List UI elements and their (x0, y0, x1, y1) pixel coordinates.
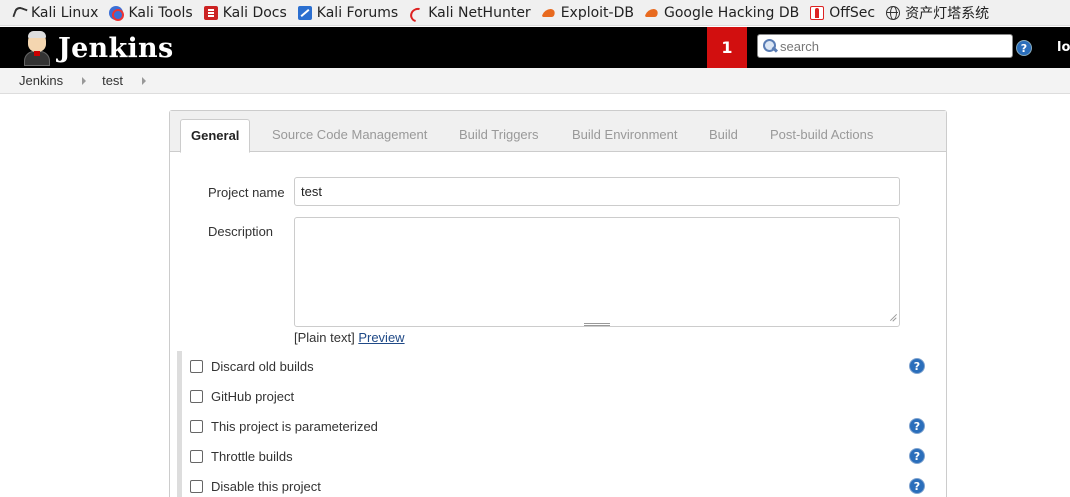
throttle-builds-checkbox[interactable] (190, 449, 203, 463)
bookmark-exploit-db[interactable]: Exploit-DB (542, 5, 634, 21)
option-label[interactable]: GitHub project (211, 389, 294, 404)
parameterized-checkbox[interactable] (190, 419, 203, 433)
description-field[interactable] (294, 217, 900, 327)
bookmark-kali-docs[interactable]: Kali Docs (203, 4, 287, 21)
breadcrumb-jenkins[interactable]: Jenkins (19, 73, 63, 88)
logo-text: Jenkins (58, 32, 174, 64)
bookmark-label: Google Hacking DB (663, 4, 800, 21)
config-tabbar: General Source Code Management Build Tri… (170, 111, 946, 153)
bookmark-label: OffSec (829, 4, 876, 21)
bookmark-label: Kali Tools (128, 4, 193, 21)
jenkins-logo[interactable]: Jenkins (20, 30, 173, 66)
kali-tools-icon (109, 5, 125, 21)
kali-forums-icon (297, 5, 312, 20)
help-icon[interactable]: ? (909, 478, 925, 494)
globe-icon (886, 5, 901, 20)
bookmark-label: Kali Docs (222, 4, 287, 21)
option-parameterized: This project is parameterized ? (190, 411, 930, 441)
notification-badge[interactable]: 1 (707, 27, 747, 68)
breadcrumb-arrow-icon[interactable] (142, 76, 147, 85)
github-project-checkbox[interactable] (190, 389, 203, 403)
breadcrumb-arrow-icon[interactable] (82, 76, 87, 85)
tab-general[interactable]: General (180, 119, 251, 153)
ghdb-icon (645, 6, 659, 20)
option-label[interactable]: Disable this project (211, 479, 321, 494)
bookmark-kali-forums[interactable]: Kali Forums (297, 4, 399, 21)
bookmark-label: 资产灯塔系统 (905, 5, 990, 22)
option-label[interactable]: Discard old builds (211, 359, 314, 374)
help-icon[interactable]: ? (909, 418, 925, 434)
disable-project-checkbox[interactable] (190, 479, 203, 493)
bookmark-offsec[interactable]: OffSec (810, 5, 875, 21)
tab-build[interactable]: Build (699, 119, 748, 152)
kali-docs-icon (203, 5, 218, 20)
login-link[interactable]: lo (1057, 40, 1070, 55)
jenkins-butler-icon (20, 30, 54, 66)
search-input[interactable] (780, 38, 1000, 54)
search-icon (762, 38, 778, 54)
preview-link[interactable]: Preview (358, 330, 404, 345)
bookmark-ghdb[interactable]: Google Hacking DB (645, 5, 799, 21)
project-name-label: Project name (208, 185, 285, 200)
tab-post-build-actions[interactable]: Post-build Actions (760, 119, 883, 152)
kali-dragon-icon (12, 6, 26, 20)
offsec-icon (810, 5, 825, 20)
exploit-db-icon (542, 6, 556, 20)
tab-source-code-management[interactable]: Source Code Management (262, 119, 437, 152)
help-icon[interactable]: ? (909, 448, 925, 464)
bookmark-asset-system[interactable]: 资产灯塔系统 (886, 3, 989, 23)
bookmark-kali-linux[interactable]: Kali Linux (12, 5, 98, 21)
bookmark-label: Exploit-DB (560, 4, 634, 21)
option-throttle-builds: Throttle builds ? (190, 441, 930, 471)
breadcrumb: Jenkins test (0, 68, 1070, 94)
help-icon[interactable]: ? (909, 358, 925, 374)
option-discard-old-builds: Discard old builds ? (190, 351, 930, 381)
bookmarks-bar: Kali Linux Kali Tools Kali Docs Kali For… (0, 0, 1070, 26)
bookmark-kali-nethunter[interactable]: Kali NetHunter (409, 5, 530, 21)
bookmark-label: Kali Forums (316, 4, 399, 21)
bookmark-label: Kali Linux (31, 4, 99, 21)
options-section-bar (177, 351, 182, 497)
breadcrumb-test[interactable]: test (102, 73, 123, 88)
tab-build-triggers[interactable]: Build Triggers (449, 119, 548, 152)
description-label: Description (208, 224, 274, 239)
tab-build-environment[interactable]: Build Environment (562, 119, 688, 152)
description-hint: [Plain text] Preview (294, 330, 405, 345)
option-label[interactable]: This project is parameterized (211, 419, 378, 434)
option-disable-project: Disable this project ? (190, 471, 930, 497)
project-name-field[interactable] (294, 177, 900, 206)
bookmark-kali-tools[interactable]: Kali Tools (109, 4, 193, 21)
discard-old-builds-checkbox[interactable] (190, 359, 203, 373)
option-github-project: GitHub project (190, 381, 930, 411)
kali-nethunter-icon (409, 6, 423, 20)
resize-grip-icon[interactable] (889, 314, 897, 322)
config-panel: General Source Code Management Build Tri… (169, 110, 947, 497)
option-label[interactable]: Throttle builds (211, 449, 293, 464)
jenkins-header: Jenkins 1 ? lo (0, 27, 1070, 68)
search-help-icon[interactable]: ? (1016, 40, 1032, 56)
plain-text-label: [Plain text] (294, 330, 355, 345)
description-resize-handle[interactable] (294, 321, 900, 327)
search-box (757, 34, 1013, 58)
bookmark-label: Kali NetHunter (428, 4, 531, 21)
